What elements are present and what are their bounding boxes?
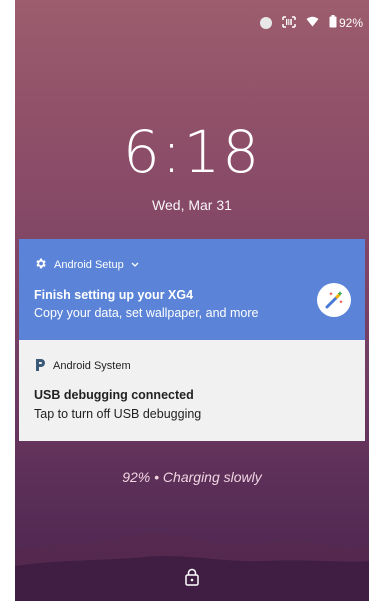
notification-android-setup[interactable]: Android Setup Finish setting up your XG4… [19,239,365,340]
chevron-down-icon[interactable] [131,259,139,271]
charging-status: 92% • Charging slowly [122,469,262,485]
status-bar: 92% [259,14,363,32]
clock-time: 6:18 [122,118,262,186]
notification-app-name: Android Setup [54,259,124,271]
notification-title: USB debugging connected [34,388,194,402]
lockscreen: 92% 6:18 Wed, Mar 31 Android Setup Finis… [15,0,369,601]
android-system-icon [34,358,46,374]
magic-wand-icon[interactable] [317,283,351,317]
notification-title: Finish setting up your XG4 [34,288,194,302]
wifi-icon [306,16,319,30]
scanner-icon [282,15,296,31]
circle-status-icon [259,17,272,29]
notification-body: Copy your data, set wallpaper, and more [34,306,259,320]
clock-date: Wed, Mar 31 [152,197,232,213]
lock-icon[interactable] [185,568,199,591]
battery-level: 92% [338,16,363,30]
notification-body: Tap to turn off USB debugging [34,407,202,421]
battery-icon [329,15,337,31]
gear-icon [34,257,47,273]
notification-app-name: Android System [53,360,131,372]
notification-android-system[interactable]: Android System USB debugging connected T… [19,340,365,441]
